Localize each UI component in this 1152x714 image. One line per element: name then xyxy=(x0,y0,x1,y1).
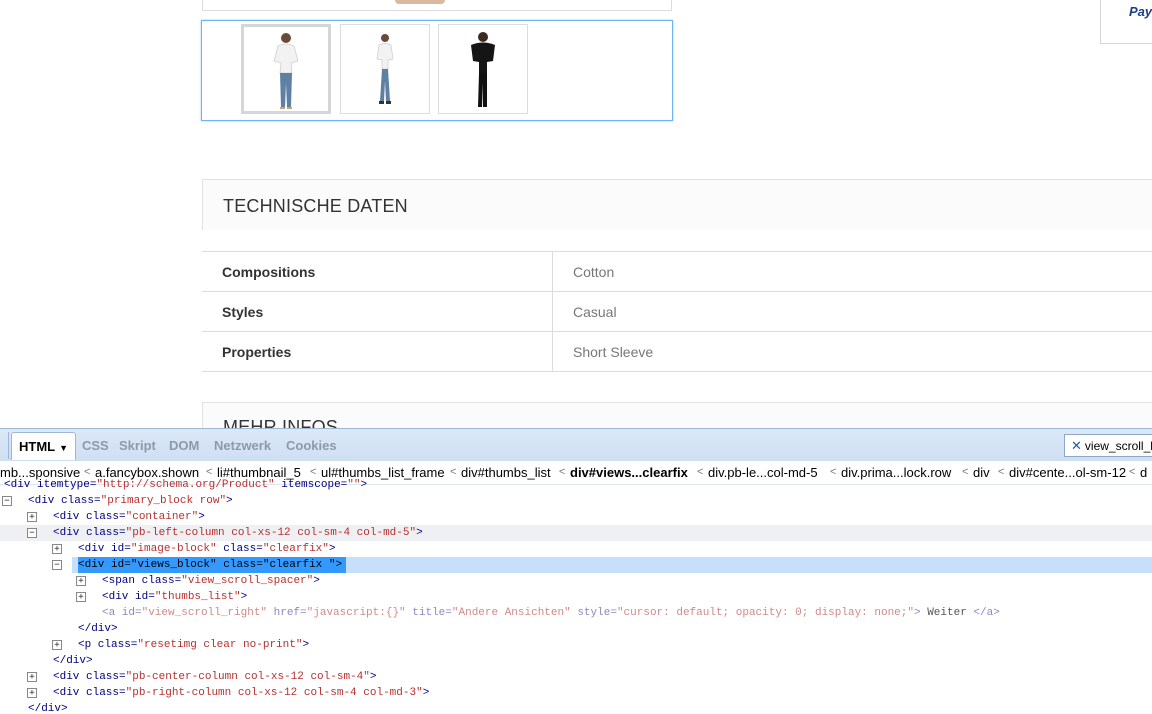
breadcrumb-separator-icon: < xyxy=(697,466,704,478)
tree-node[interactable]: <p class="resetimg clear no-print"> xyxy=(78,637,309,653)
breadcrumb-item[interactable]: div#cente...ol-sm-12 xyxy=(1009,461,1126,484)
breadcrumb-item[interactable]: div#thumbs_list xyxy=(461,461,551,484)
tree-node[interactable]: <div class="primary_block row"> xyxy=(28,493,233,509)
model-white-top-jeans-icon xyxy=(273,33,299,109)
spec-key: Styles xyxy=(202,291,553,332)
breadcrumb-separator-icon: < xyxy=(830,466,837,478)
thumbnail-2[interactable] xyxy=(340,24,430,114)
tree-node[interactable]: <span class="view_scroll_spacer"> xyxy=(102,573,320,589)
tab-cookies[interactable]: Cookies xyxy=(286,438,337,453)
expand-icon[interactable]: + xyxy=(52,544,62,554)
tree-node[interactable]: <div class="container"> xyxy=(53,509,205,525)
thumbnail-1[interactable] xyxy=(241,24,331,114)
collapse-icon[interactable]: − xyxy=(2,496,12,506)
clear-search-icon[interactable]: ✕ xyxy=(1071,438,1082,453)
table-row: Properties Short Sleeve xyxy=(202,331,1152,372)
search-input[interactable]: ✕view_scroll_le xyxy=(1064,434,1152,457)
paypal-logo-text: Pay xyxy=(1129,4,1152,19)
collapse-icon[interactable]: − xyxy=(52,560,62,570)
spec-value: Short Sleeve xyxy=(552,331,1152,372)
breadcrumb-item[interactable]: d xyxy=(1140,461,1147,484)
tab-html[interactable]: HTML ▼ xyxy=(11,432,77,460)
expand-icon[interactable]: + xyxy=(52,640,62,650)
table-row: Compositions Cotton xyxy=(202,251,1152,292)
specs-table: Compositions Cotton Styles Casual Properties… xyxy=(202,251,1152,372)
tech-data-section: TECHNISCHE DATEN xyxy=(202,179,1152,230)
tab-html-label: HTML xyxy=(19,439,56,454)
expand-icon[interactable]: + xyxy=(76,592,86,602)
breadcrumb-separator-icon: < xyxy=(559,466,566,478)
collapse-icon[interactable]: − xyxy=(27,528,37,538)
tab-css[interactable]: CSS xyxy=(82,438,109,453)
breadcrumb-item[interactable]: div xyxy=(973,461,990,484)
html-tree: <div itemtype="http://schema.org/Product… xyxy=(0,479,1152,714)
spec-key: Properties xyxy=(202,331,553,372)
spec-value: Cotton xyxy=(552,251,1152,292)
tree-node[interactable]: <div itemtype="http://schema.org/Product… xyxy=(4,477,367,493)
tree-node[interactable]: </div> xyxy=(28,701,68,714)
expand-icon[interactable]: + xyxy=(27,688,37,698)
tree-node[interactable]: <div id="views_block" class="clearfix "> xyxy=(78,557,347,573)
product-page: Pay TECHNISCHE DATEN Compositions Cotton… xyxy=(0,0,1152,428)
search-input-value: view_scroll_le xyxy=(1084,439,1152,453)
tree-node[interactable]: <div id="thumbs_list"> xyxy=(102,589,247,605)
expand-icon[interactable]: + xyxy=(76,576,86,586)
expand-icon[interactable]: + xyxy=(27,512,37,522)
tree-node[interactable]: <a id="view_scroll_right" href="javascri… xyxy=(102,605,1000,621)
tree-node[interactable]: <div class="pb-left-column col-xs-12 col… xyxy=(53,525,423,541)
tab-scroll-left[interactable] xyxy=(0,432,9,459)
breadcrumb-item[interactable]: div#views...clearfix xyxy=(570,461,688,484)
firebug-panel: HTML ▼ CSS Skript DOM Netzwerk Cookies ✕ v… xyxy=(0,428,1152,714)
tree-node[interactable]: <div id="image-block" class="clearfix"> xyxy=(78,541,335,557)
chevron-down-icon: ▼ xyxy=(59,443,69,453)
more-info-section: MEHR INFOS xyxy=(202,402,1152,428)
breadcrumb-separator-icon: < xyxy=(998,466,1005,478)
devtools-tabbar: HTML ▼ CSS Skript DOM Netzwerk Cookies ✕ v… xyxy=(0,428,1152,462)
tree-node[interactable]: </div> xyxy=(78,621,118,637)
spec-key: Compositions xyxy=(202,251,553,292)
views-block xyxy=(201,20,673,121)
tab-script[interactable]: Skript xyxy=(119,438,156,453)
more-info-title: MEHR INFOS xyxy=(223,417,339,428)
tree-node[interactable]: <div class="pb-right-column col-xs-12 co… xyxy=(53,685,429,701)
tab-network[interactable]: Netzwerk xyxy=(214,438,271,453)
thumbnail-3[interactable] xyxy=(438,24,528,114)
tree-node[interactable]: </div> xyxy=(53,653,93,669)
expand-icon[interactable]: + xyxy=(27,672,37,682)
main-product-image[interactable] xyxy=(395,0,445,4)
breadcrumb-item[interactable]: div.pb-le...col-md-5 xyxy=(708,461,818,484)
breadcrumb-separator-icon: < xyxy=(962,466,969,478)
table-row: Styles Casual xyxy=(202,291,1152,332)
tech-data-title: TECHNISCHE DATEN xyxy=(223,196,408,216)
paypal-badge[interactable]: Pay xyxy=(1100,0,1152,44)
model-black-top-black-pants-icon xyxy=(471,32,495,107)
tree-node[interactable]: <div class="pb-center-column col-xs-12 c… xyxy=(53,669,376,685)
breadcrumb-item[interactable]: div.prima...lock.row xyxy=(841,461,951,484)
breadcrumb-separator-icon: < xyxy=(1129,466,1136,478)
model-white-top-jeans-icon xyxy=(376,34,394,104)
breadcrumb-separator-icon: < xyxy=(450,466,457,478)
spec-value: Casual xyxy=(552,291,1152,332)
tab-dom[interactable]: DOM xyxy=(169,438,199,453)
